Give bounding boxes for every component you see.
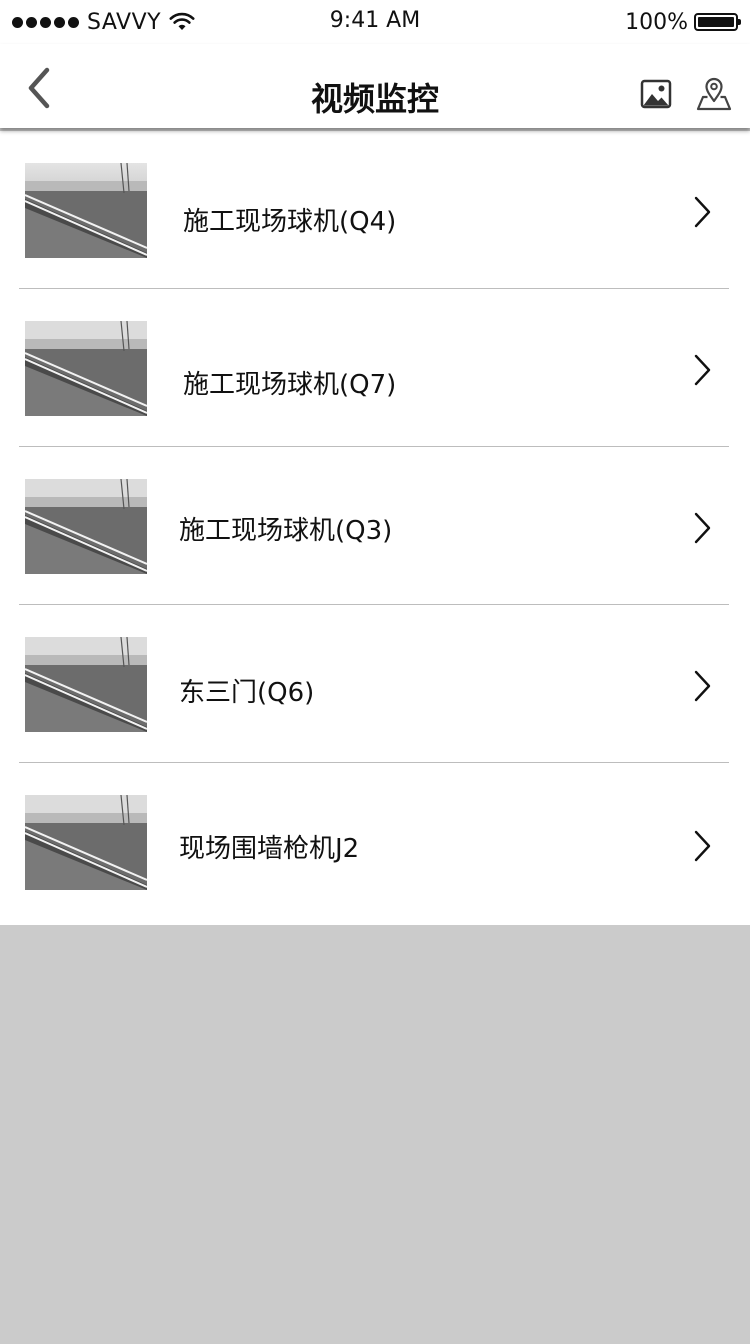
status-right: 100% [625,9,741,35]
chevron-right-icon [694,512,711,544]
gallery-button[interactable] [638,76,674,112]
camera-name: 施工现场球机(Q7) [183,370,397,400]
camera-list-item[interactable]: 施工现场球机(Q3) [0,447,750,605]
camera-thumbnail [25,321,147,416]
camera-list-item[interactable]: 施工现场球机(Q7) [0,289,750,447]
map-pin-icon [696,77,732,111]
camera-name: 施工现场球机(Q3) [179,516,393,546]
navigation-bar: 视频监控 [0,44,750,128]
map-location-button[interactable] [696,76,732,112]
status-bar: SAVVY 9:41 AM 100% [0,0,750,44]
chevron-right-icon [694,354,711,386]
camera-thumbnail [25,479,147,574]
image-icon [640,79,672,109]
battery-percent: 100% [625,9,688,35]
camera-name: 施工现场球机(Q4) [183,207,397,237]
camera-name: 现场围墙枪机J2 [179,834,360,864]
chevron-right-icon [694,670,711,702]
battery-icon [694,13,741,31]
chevron-right-icon [694,830,711,862]
camera-thumbnail [25,795,147,890]
camera-list-item[interactable]: 东三门(Q6) [0,605,750,763]
camera-list: 施工现场球机(Q4) 施工现场球机(Q7) 施工现场球机(Q3) 东三门(Q6)… [0,131,750,925]
camera-list-item[interactable]: 施工现场球机(Q4) [0,131,750,289]
camera-name: 东三门(Q6) [179,678,315,708]
camera-thumbnail [25,163,147,258]
camera-list-item[interactable]: 现场围墙枪机J2 [0,763,750,921]
chevron-right-icon [694,196,711,228]
camera-thumbnail [25,637,147,732]
